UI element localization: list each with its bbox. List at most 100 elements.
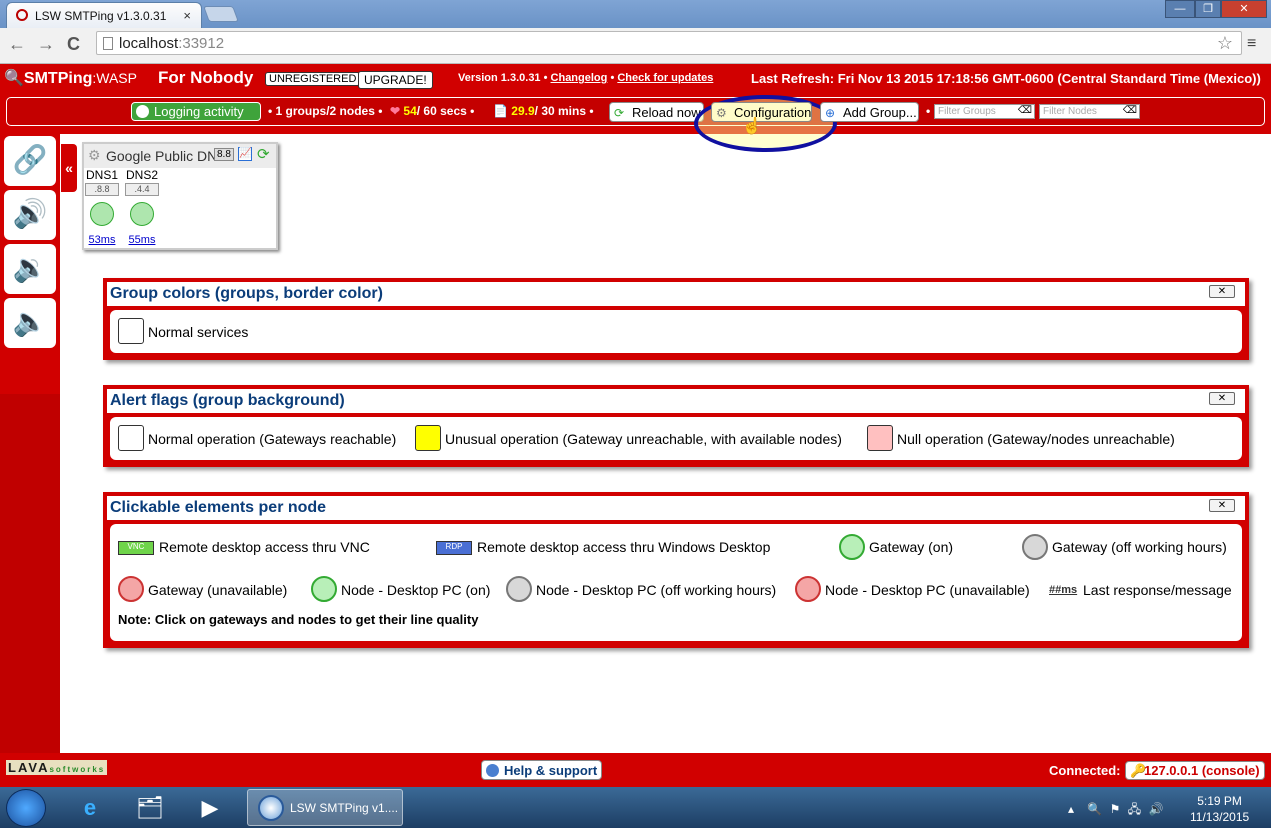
add-group-button[interactable]: ⊕ Add Group... [820,102,919,122]
speaker-settings-icon[interactable]: 🔈 [4,298,56,348]
reload-icon[interactable]: C [67,34,80,55]
window-minimize-button[interactable]: — [1165,0,1195,18]
smtping-favicon-icon [16,9,28,21]
node-card[interactable]: DNS1 .8.8 53ms [85,168,119,246]
check-updates-link[interactable]: Check for updates [617,72,713,84]
color-swatch [118,318,144,344]
tray-expand-icon[interactable]: ▴ [1068,802,1074,816]
bookmark-star-icon[interactable]: ☆ [1217,33,1233,54]
log-timer-value: 29.9 [511,104,535,118]
version-text: Version 1.3.0.31 • [458,72,548,84]
gear-icon[interactable]: ⚙ [88,147,101,164]
start-button[interactable] [6,789,46,827]
changelog-link[interactable]: Changelog [551,72,608,84]
network-icon[interactable]: 🖧 [1128,802,1141,816]
connection-button[interactable]: 🔑 127.0.0.1 (console) [1125,761,1265,780]
gateway-off-icon [1022,534,1048,560]
legend-label: Remote desktop access thru VNC [159,539,370,555]
chart-icon[interactable]: 📈 [238,147,252,161]
filter-nodes-input[interactable]: Filter Nodes ⌫ [1039,104,1140,119]
group-colors-panel: Group colors (groups, border color) ✕ No… [103,278,1249,360]
panel-title: Group colors (groups, border color) [107,282,1245,306]
collapse-sidebar-button[interactable]: « [61,144,77,192]
refresh-icon[interactable]: ⟳ [257,145,270,163]
back-icon[interactable]: ← [8,34,26,55]
panel-title: Alert flags (group background) [107,389,1245,413]
volume-icon[interactable]: 🔊 [1149,802,1164,816]
reload-now-button[interactable]: ⟳ Reload now [609,102,704,122]
node-status-icon[interactable] [130,202,154,226]
separator: • [926,104,931,118]
heartbeat-total: / 60 secs • [416,104,475,118]
play-icon [136,105,149,118]
log-timer: 📄 29.9/ 30 mins • [493,104,594,118]
node-name: DNS1 [85,168,118,182]
address-bar[interactable]: localhost:33912 ☆ [96,31,1242,55]
new-tab-button[interactable] [203,6,239,22]
page-icon [103,37,113,50]
media-player-icon[interactable]: ▶ [190,791,230,825]
node-unavailable-icon [795,576,821,602]
logging-label: Logging activity [154,104,244,119]
legend-label: Normal services [148,324,249,340]
internet-explorer-icon[interactable]: e [70,791,110,825]
smtping-tray-icon[interactable]: 🔍 [1087,802,1102,816]
legend-label: Remote desktop access thru Windows Deskt… [477,539,771,555]
system-clock[interactable]: 5:19 PM 11/13/2015 [1190,793,1249,825]
lava-softworks-logo[interactable]: LAVAsoftworks [6,760,108,775]
url-port: :33912 [178,35,225,52]
speaker-icon[interactable]: 🔊 [4,190,56,240]
node-response-link[interactable]: 55ms [125,234,159,246]
clear-filter-icon[interactable]: ⌫ [1018,105,1032,116]
node-card[interactable]: DNS2 .4.4 55ms [125,168,159,246]
filter-groups-placeholder: Filter Groups [938,106,996,117]
panel-body: Normal operation (Gateways reachable) Un… [110,417,1242,460]
taskbar-app-button[interactable]: LSW SMTPing v1.... [247,789,403,826]
refresh-icon: ⟳ [614,106,625,120]
color-swatch [867,425,893,451]
upgrade-button[interactable]: UPGRADE! [358,71,433,89]
legend-label: Node - Desktop PC (unavailable) [825,582,1030,598]
key-icon: 🔑 [1130,763,1147,778]
browser-menu-icon[interactable]: ≡ [1247,35,1256,53]
close-panel-button[interactable]: ✕ [1209,392,1235,405]
link-icon[interactable]: 🔗 [4,136,56,186]
groups-nodes-count: • 1 groups/2 nodes • [268,104,383,118]
window-maximize-button[interactable]: ❐ [1195,0,1221,18]
panel-title: Clickable elements per node [107,496,1245,520]
forward-icon[interactable]: → [37,34,55,55]
speaker-forward-icon[interactable]: 🔉 [4,244,56,294]
legend-label: Node - Desktop PC (on) [341,582,491,598]
add-group-label: Add Group... [843,105,917,120]
logo-subtext: softworks [49,765,106,774]
node-response-link[interactable]: 53ms [85,234,119,246]
last-refresh: Last Refresh: Fri Nov 13 2015 17:18:56 G… [751,71,1261,86]
flag-icon[interactable]: ⚑ [1110,802,1121,816]
unregistered-badge: UNREGISTERED [265,72,361,86]
close-panel-button[interactable]: ✕ [1209,499,1235,512]
legend-label: Unusual operation (Gateway unreachable, … [445,431,842,447]
help-support-button[interactable]: Help & support [481,760,603,780]
browser-tab[interactable]: LSW SMTPing v1.3.0.31 × [6,2,202,28]
window-close-button[interactable]: ✕ [1221,0,1267,18]
group-badge: 8.8 [214,148,234,161]
heart-icon: ❤ [390,104,401,118]
close-panel-button[interactable]: ✕ [1209,285,1235,298]
vnc-icon: VNC [118,541,154,555]
file-explorer-icon[interactable]: 🗂 [130,791,170,825]
legend-label: Gateway (off working hours) [1052,539,1227,555]
filter-groups-input[interactable]: Filter Groups ⌫ [934,104,1035,119]
clear-filter-icon[interactable]: ⌫ [1123,105,1137,116]
node-ip: .8.8 [85,183,119,196]
legend-label: Node - Desktop PC (off working hours) [536,582,777,598]
tab-close-icon[interactable]: × [183,8,191,23]
logging-activity-button[interactable]: Logging activity [131,102,261,121]
help-label: Help & support [504,763,598,778]
brand-name: SMTPing [23,70,93,87]
brand-suffix: :WASP [92,70,137,86]
node-status-icon[interactable] [90,202,114,226]
system-tray: ▴ 🔍 ⚑ 🖧 🔊 [1068,800,1163,821]
legend-label: Gateway (on) [869,539,954,555]
log-timer-total: / 30 mins • [534,104,594,118]
color-swatch [415,425,441,451]
